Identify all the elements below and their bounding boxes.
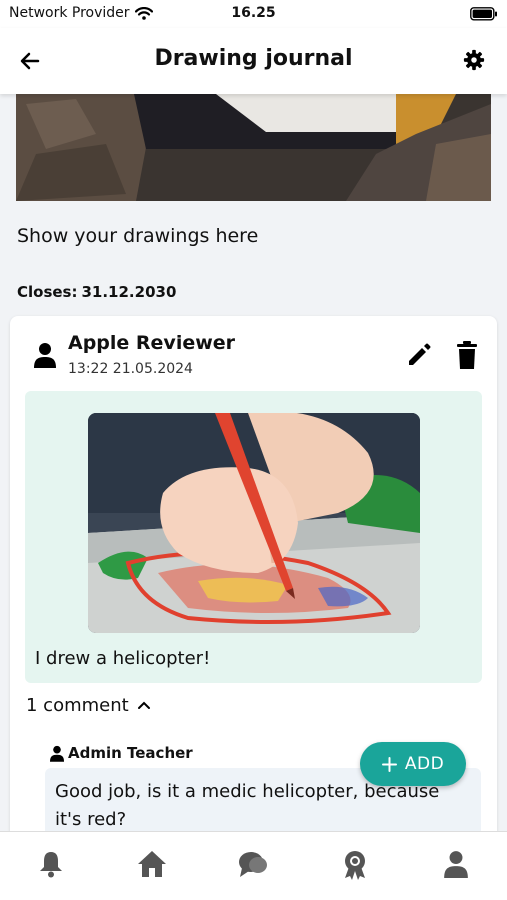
tab-notifications[interactable] <box>31 850 71 882</box>
closing-date-label: Closes: <box>17 283 78 301</box>
chevron-up-icon <box>137 701 150 709</box>
gear-icon[interactable] <box>463 49 485 71</box>
tab-profile[interactable] <box>436 850 476 882</box>
user-icon <box>34 343 56 368</box>
closing-date-value: 31.12.2030 <box>81 283 177 301</box>
pencil-icon[interactable] <box>406 342 432 368</box>
post-caption: I drew a helicopter! <box>35 648 211 669</box>
comments-count: 1 comment <box>26 695 129 716</box>
app-header: Drawing journal <box>0 28 507 94</box>
page-title: Drawing journal <box>154 46 353 71</box>
battery-icon <box>470 7 497 21</box>
post-body: I drew a helicopter! <box>25 391 482 683</box>
award-icon <box>344 851 365 880</box>
chat-icon <box>239 852 268 877</box>
closing-date: Closes: 31.12.2030 <box>17 283 176 301</box>
tab-home[interactable] <box>132 850 172 882</box>
journal-content[interactable]: Show your drawings here Closes: 31.12.203… <box>0 94 507 831</box>
post-timestamp: 13:22 21.05.2024 <box>68 361 193 377</box>
bottom-tab-bar <box>0 831 507 900</box>
comment-author: Admin Teacher <box>50 744 193 762</box>
journal-description: Show your drawings here <box>17 225 259 247</box>
add-button[interactable]: ADD <box>360 742 466 786</box>
plus-icon <box>381 756 397 772</box>
status-bar: Network Provider 16.25 <box>0 0 507 28</box>
tab-chat[interactable] <box>233 850 273 882</box>
tab-awards[interactable] <box>335 850 375 882</box>
comment-author-name: Admin Teacher <box>68 744 193 762</box>
user-icon <box>50 745 64 762</box>
bell-icon <box>39 852 62 878</box>
post-author: Apple Reviewer <box>68 332 236 354</box>
user-icon <box>444 851 469 878</box>
comments-toggle[interactable]: 1 comment <box>26 695 151 716</box>
add-button-label: ADD <box>404 754 445 774</box>
journal-banner-image <box>16 94 491 201</box>
status-time: 16.25 <box>231 5 276 21</box>
post-drawing-photo[interactable] <box>88 413 420 633</box>
home-icon <box>138 851 167 877</box>
trash-icon[interactable] <box>456 341 478 369</box>
